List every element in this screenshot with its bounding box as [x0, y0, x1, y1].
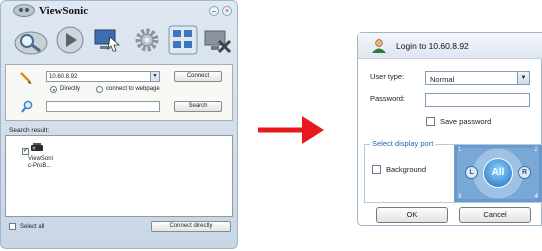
save-password-checkbox[interactable]: [426, 117, 435, 126]
projector-icon[interactable]: [30, 141, 44, 155]
port-2-label: 2: [534, 147, 538, 153]
password-field[interactable]: [425, 93, 530, 107]
search-result-list: ✔ ViewSoni c-ProB...: [5, 135, 233, 217]
viewsonic-main-window: ViewSonic – × 10.60.8.92 ▼ Connect Direc…: [0, 0, 238, 249]
directly-label: Directly: [60, 86, 81, 92]
device-name-line1: ViewSoni: [28, 156, 53, 162]
port-left-button[interactable]: L: [465, 166, 478, 179]
device-name-line2: c-ProB...: [28, 163, 52, 169]
port-all-button[interactable]: All: [483, 158, 513, 188]
title-bar: ViewSonic – ×: [1, 1, 237, 21]
dialog-title-bar: Login to 10.60.8.92: [358, 33, 542, 59]
login-dialog: Login to 10.60.8.92 User type: Normal ▼ …: [357, 32, 542, 226]
viewsonic-logo-icon: [13, 4, 35, 17]
port-1-label: 1: [458, 147, 462, 153]
webpage-radio[interactable]: [96, 86, 103, 93]
user-type-select[interactable]: Normal ▼: [425, 71, 530, 85]
chevron-down-icon[interactable]: ▼: [150, 72, 159, 81]
chevron-down-icon[interactable]: ▼: [517, 72, 529, 84]
close-button[interactable]: ×: [222, 6, 232, 16]
background-checkbox[interactable]: [372, 165, 381, 174]
app-title: ViewSonic: [39, 5, 89, 17]
dialog-title: Login to 10.60.8.92: [396, 41, 469, 51]
disconnect-display-icon[interactable]: [203, 26, 233, 58]
cancel-button[interactable]: Cancel: [459, 207, 531, 223]
user-icon: [371, 39, 387, 55]
display-port-label: Select display port: [370, 139, 436, 148]
ip-address-combo[interactable]: 10.60.8.92 ▼: [46, 71, 160, 82]
connect-button[interactable]: Connect: [174, 71, 222, 82]
pencil-icon: [20, 72, 32, 86]
user-type-label: User type:: [370, 72, 405, 81]
toolbar: [5, 23, 233, 61]
port-right-button[interactable]: R: [518, 166, 531, 179]
play-icon[interactable]: [55, 25, 85, 57]
display-port-selector: 1 2 3 4 L R All: [454, 145, 542, 202]
multi-display-icon[interactable]: [168, 25, 198, 57]
connection-panel: 10.60.8.92 ▼ Connect Directly connect to…: [5, 64, 233, 121]
select-all-checkbox[interactable]: [9, 223, 16, 230]
port-4-label: 4: [534, 194, 538, 200]
search-result-label: Search result:: [9, 127, 50, 134]
screen-select-icon[interactable]: [92, 25, 122, 57]
connect-directly-button[interactable]: Connect directly: [151, 221, 231, 232]
device-checkbox[interactable]: ✔: [22, 148, 29, 155]
right-arrow-icon: [258, 110, 324, 150]
background-label: Background: [386, 165, 427, 174]
password-label: Password:: [370, 94, 406, 103]
select-all-label: Select all: [20, 224, 45, 230]
webpage-label: connect to webpage: [106, 86, 160, 92]
save-password-label: Save password: [440, 117, 492, 126]
search-icon[interactable]: [13, 23, 49, 59]
settings-gear-icon[interactable]: [132, 25, 162, 57]
directly-radio[interactable]: [50, 86, 57, 93]
search-input[interactable]: [46, 101, 160, 112]
magnifier-icon: [21, 100, 33, 115]
ok-button[interactable]: OK: [376, 207, 448, 223]
port-3-label: 3: [458, 194, 462, 200]
search-button[interactable]: Search: [174, 101, 222, 112]
minimize-button[interactable]: –: [209, 6, 219, 16]
